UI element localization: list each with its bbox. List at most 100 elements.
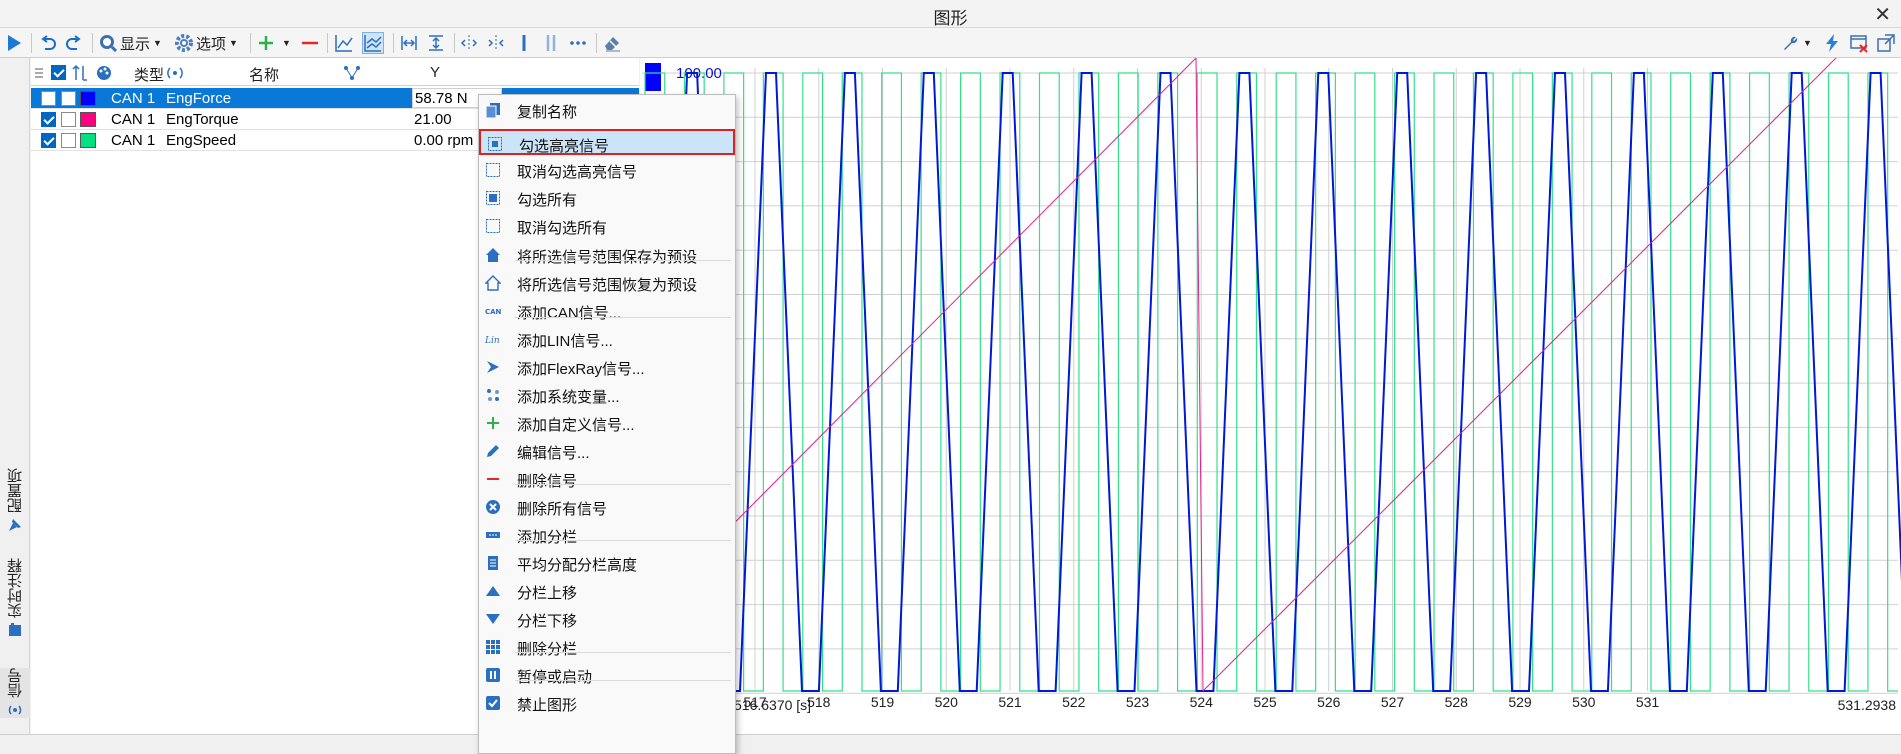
row-visible-checkbox[interactable] — [41, 91, 56, 106]
menu-item-21[interactable]: 禁止图形 — [479, 690, 735, 716]
options-menu-label: 选项 — [196, 35, 227, 53]
row-color-swatch[interactable] — [80, 91, 96, 106]
menu-item-11[interactable]: 添加自定义信号... — [479, 410, 735, 436]
scale-icon — [344, 66, 360, 80]
tab-config[interactable]: 配置项 — [0, 468, 30, 533]
menu-item-19[interactable]: 删除分栏 — [479, 634, 735, 660]
tools-menu-button[interactable]: ▼ — [1780, 32, 1812, 54]
x-tick-label: 529 — [1508, 694, 1532, 710]
row-value: 58.78 N — [415, 90, 468, 107]
menu-item-5[interactable]: 将所选信号范围保存为预设 — [479, 242, 735, 268]
menu-item-9[interactable]: 添加FlexRay信号... — [479, 354, 735, 380]
row-type: CAN 1 — [111, 111, 156, 128]
row-visible-checkbox[interactable] — [41, 133, 56, 148]
tab-annotation[interactable]: 实时注释 — [0, 558, 30, 638]
lightning-icon[interactable] — [1822, 32, 1842, 54]
options-menu-button[interactable]: 选项 ▼ — [174, 32, 238, 54]
eraser-icon[interactable] — [602, 32, 622, 54]
sort-icon[interactable] — [71, 64, 89, 82]
row-highlight-checkbox[interactable] — [61, 91, 76, 106]
row-name: EngForce — [166, 90, 232, 107]
menu-item-16[interactable]: 平均分配分栏高度 — [479, 550, 735, 576]
fit-vertical-icon[interactable] — [426, 32, 446, 54]
single-cursor-icon[interactable] — [514, 32, 534, 54]
redo-icon[interactable] — [64, 32, 84, 54]
plus-icon — [259, 36, 273, 50]
column-chooser-icon[interactable] — [33, 66, 45, 80]
palette-icon[interactable] — [95, 64, 113, 82]
menu-item-7[interactable]: CAN 添加CAN信号... — [479, 298, 735, 324]
row-name: EngSpeed — [166, 132, 237, 149]
select-all-checkbox[interactable] — [51, 65, 66, 80]
menu-item-12[interactable]: 编辑信号... — [479, 438, 735, 464]
menu-item-4[interactable]: 取消勾选所有 — [479, 213, 735, 239]
delete-panel-icon — [486, 640, 500, 654]
column-name-header[interactable]: 名称 — [249, 64, 279, 85]
chevron-down-icon: ▼ — [153, 38, 162, 48]
context-menu: 复制名称勾选高亮信号取消勾选高亮信号 勾选所有取消勾选所有将所选信号范围保存为预设… — [478, 94, 736, 754]
remove-signal-button[interactable] — [300, 32, 320, 54]
signal-plot[interactable]: 100.00 516.6370 [s] 531.2938 517 518 519 52… — [639, 0, 1901, 734]
row-visible-checkbox[interactable] — [41, 112, 56, 127]
uncheck-highlight-icon — [486, 163, 500, 177]
menu-item-15[interactable]: 添加分栏 — [479, 522, 735, 548]
menu-item-8[interactable]: Lin 添加LIN信号... — [479, 326, 735, 352]
menu-item-label: 平均分配分栏高度 — [517, 557, 638, 574]
menu-item-6[interactable]: 将所选信号范围恢复为预设 — [479, 270, 735, 296]
row-highlight-checkbox[interactable] — [61, 112, 76, 127]
toolbar: 显示 ▼ 选项 ▼ ▼ ▼ — [0, 28, 1901, 58]
disable-graph-icon — [486, 696, 500, 710]
copy-icon — [485, 103, 500, 118]
column-type-header[interactable]: 类型 — [134, 64, 164, 85]
can-icon: CAN — [485, 308, 501, 316]
menu-item-label: 禁止图形 — [517, 697, 578, 714]
home-restore-icon — [485, 275, 501, 291]
menu-item-13[interactable]: 删除信号 — [479, 466, 735, 492]
column-y-header[interactable]: Y — [430, 64, 440, 81]
menu-item-label: 取消勾选所有 — [517, 220, 608, 237]
multi-line-chart-icon[interactable] — [362, 32, 384, 54]
plus-icon — [487, 417, 499, 429]
x-tick-label: 524 — [1190, 694, 1214, 710]
menu-item-label: 分栏上移 — [517, 585, 578, 602]
play-icon[interactable] — [4, 32, 24, 54]
row-color-swatch[interactable] — [80, 112, 96, 127]
menu-item-18[interactable]: 分栏下移 — [479, 606, 735, 632]
display-menu-button[interactable]: 显示 ▼ — [98, 32, 162, 54]
add-signal-button[interactable]: ▼ — [256, 32, 291, 54]
close-icon[interactable]: ✕ — [1874, 2, 1891, 27]
cursor-merge-icon[interactable] — [486, 32, 506, 54]
x-tick-label: 526 — [1317, 694, 1341, 710]
cursor-split-icon[interactable] — [459, 32, 479, 54]
menu-item-label: 勾选高亮信号 — [519, 138, 610, 155]
graph-plot-area[interactable]: 100.00 516.6370 [s] 531.2938 517 518 519 52… — [639, 0, 1901, 734]
left-side-tabs: 配置项 实时注释 信号 — [0, 58, 30, 754]
home-save-icon — [486, 248, 500, 262]
menu-item-3[interactable]: 勾选所有 — [479, 185, 735, 211]
double-cursor-icon[interactable] — [541, 32, 561, 54]
more-icon[interactable] — [568, 32, 588, 54]
row-highlight-checkbox[interactable] — [61, 133, 76, 148]
menu-item-10[interactable]: 添加系统变量... — [479, 382, 735, 408]
menu-item-1[interactable]: 勾选高亮信号 — [479, 129, 735, 155]
line-chart-icon[interactable] — [334, 32, 354, 54]
undo-icon[interactable] — [38, 32, 58, 54]
row-color-swatch[interactable] — [80, 133, 96, 148]
menu-item-2[interactable]: 取消勾选高亮信号 — [479, 157, 735, 183]
menu-item-label: 添加LIN信号... — [517, 333, 613, 350]
menu-item-17[interactable]: 分栏上移 — [479, 578, 735, 604]
close-window-icon[interactable] — [1849, 32, 1869, 54]
status-bar — [0, 734, 1901, 754]
uncheck-all-icon — [486, 219, 500, 233]
menu-item-14[interactable]: 删除所有信号 — [479, 494, 735, 520]
window-title: 图形 — [933, 9, 968, 28]
menu-item-0[interactable]: 复制名称 — [479, 97, 735, 123]
fit-horizontal-icon[interactable] — [399, 32, 419, 54]
popout-icon[interactable] — [1876, 32, 1896, 54]
signal-grid-header: 类型 名称 Y — [31, 60, 639, 86]
title-bar: 图形 ✕ — [0, 0, 1901, 28]
tab-signal[interactable]: 信号 — [0, 668, 30, 718]
menu-item-20[interactable]: 暂停或启动 — [479, 662, 735, 688]
row-type: CAN 1 — [111, 90, 156, 107]
menu-item-label: 删除分栏 — [517, 641, 578, 658]
